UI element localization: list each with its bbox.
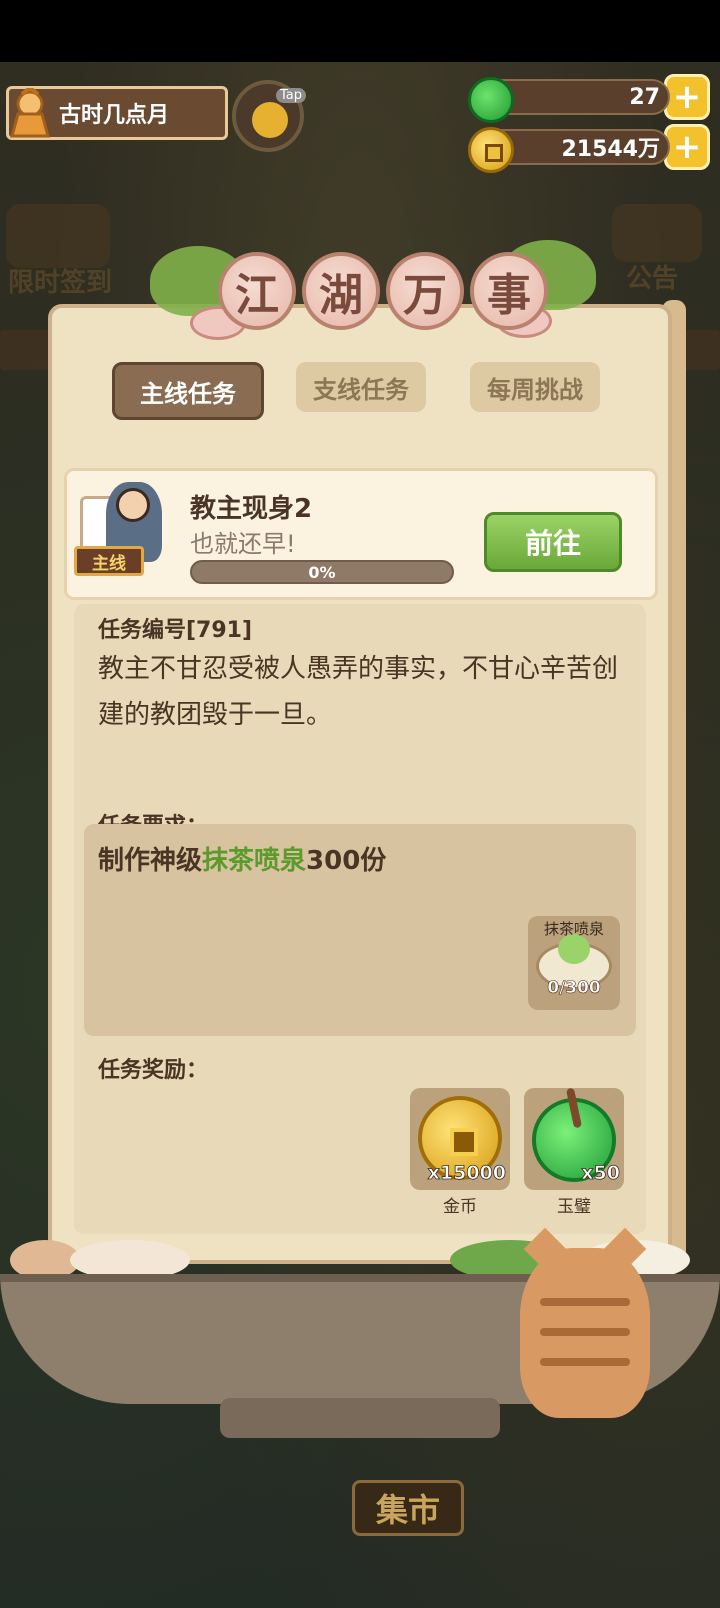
requirement-item-slot[interactable]: 抹茶喷泉 0/300 — [528, 916, 620, 1010]
player-avatar-icon — [5, 86, 55, 140]
reward-jade-qty: x50 — [581, 1162, 620, 1185]
tap-button[interactable]: Tap — [232, 80, 307, 152]
coin-icon — [468, 127, 514, 173]
reward-coins-name: 金币 — [443, 1197, 477, 1217]
task-description: 教主不甘忍受被人愚弄的事实，不甘心辛苦创建的教团毁于一旦。 — [98, 654, 619, 730]
market-button[interactable]: 集市 — [352, 1480, 464, 1536]
main-quest-tag: 主线 — [74, 546, 144, 576]
task-subtitle: 也就还早! — [190, 530, 296, 558]
reward-jade-name: 玉璧 — [557, 1197, 591, 1217]
chick-icon — [252, 102, 288, 138]
requirement-suffix: 300份 — [306, 846, 387, 876]
tap-badge: Tap — [276, 88, 307, 103]
tab-weekly-challenge[interactable]: 每周挑战 — [470, 362, 600, 412]
tab-main-quest[interactable]: 主线任务 — [112, 362, 264, 420]
requirement-item-count: 0/300 — [547, 978, 601, 999]
reward-coins[interactable]: x15000 — [410, 1088, 510, 1190]
status-bar — [0, 0, 720, 62]
requirement-item: 抹茶喷泉 — [202, 846, 307, 876]
reward-label: 任务奖励： — [98, 1058, 209, 1083]
task-number: 任务编号[791] — [98, 618, 253, 643]
jade-icon — [468, 77, 514, 123]
task-title: 教主现身2 — [190, 494, 313, 524]
task-progress-label: 0% — [308, 562, 336, 582]
jade-resource: 27 + — [468, 74, 710, 123]
coin-resource: 21544万 + — [468, 124, 710, 173]
bowl-base — [220, 1398, 500, 1438]
add-coins-button[interactable]: + — [664, 124, 710, 170]
reward-coins-qty: x15000 — [427, 1162, 506, 1185]
title-char-3: 万 — [386, 252, 464, 330]
go-button[interactable]: 前往 — [484, 512, 622, 572]
task-progress-bar: 0% — [190, 560, 454, 584]
player-name: 古时几点月 — [59, 103, 170, 128]
title-char-2: 湖 — [302, 252, 380, 330]
tab-side-quest[interactable]: 支线任务 — [296, 362, 426, 412]
panel-title: 江 湖 万 事 — [218, 252, 548, 330]
requirement-prefix: 制作神级 — [98, 846, 203, 876]
reward-jade[interactable]: x50 — [524, 1088, 624, 1190]
title-char-4: 事 — [470, 252, 548, 330]
player-nameplate[interactable]: 古时几点月 — [6, 86, 228, 140]
requirement-text: 制作神级抹茶喷泉300份 — [98, 840, 386, 877]
cat-decoration — [520, 1227, 650, 1418]
title-char-1: 江 — [218, 252, 296, 330]
requirement-item-name: 抹茶喷泉 — [543, 920, 604, 938]
add-jade-button[interactable]: + — [664, 74, 710, 120]
